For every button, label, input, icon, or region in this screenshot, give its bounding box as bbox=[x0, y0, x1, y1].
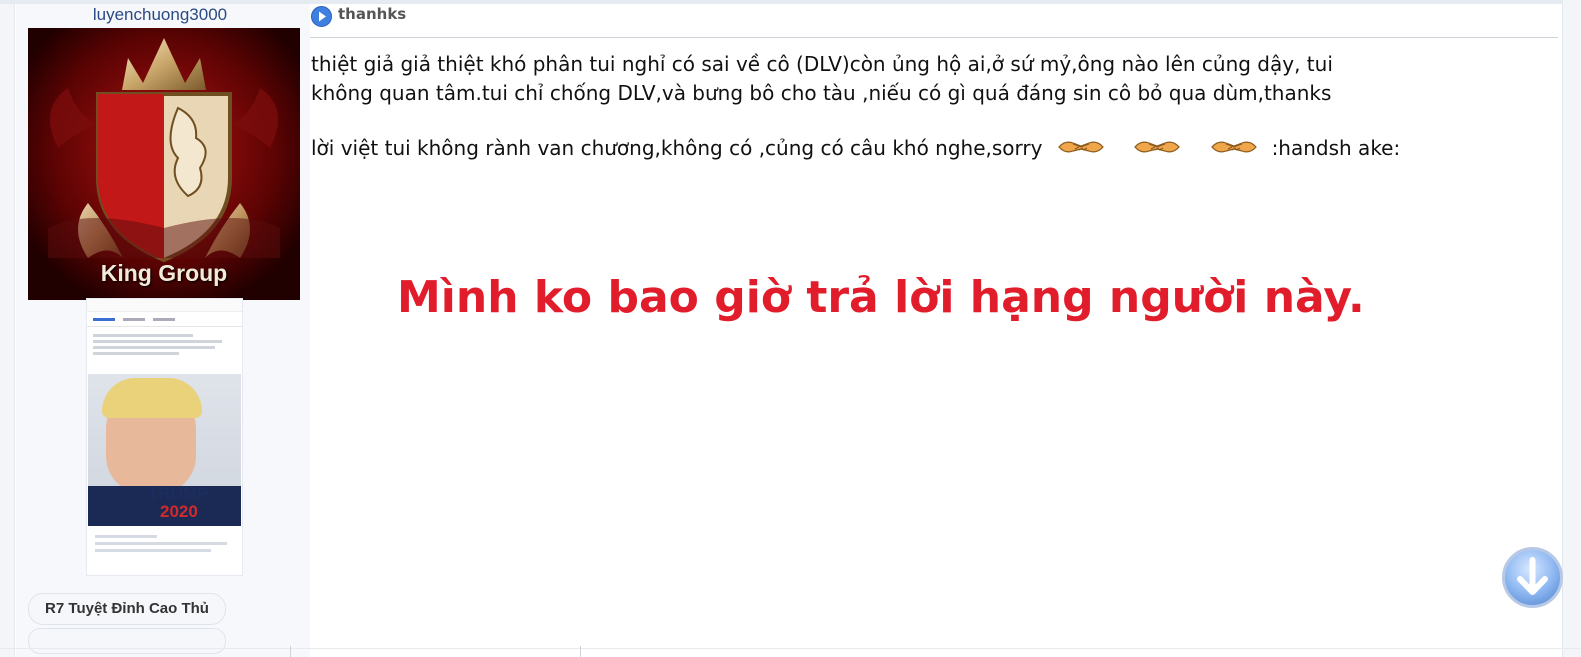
signature-tabs bbox=[87, 312, 242, 327]
signature-statusbar bbox=[87, 299, 242, 312]
handshake-icon bbox=[1134, 141, 1180, 153]
signature-line bbox=[95, 542, 227, 545]
signature-tab bbox=[123, 317, 145, 321]
arrow-down-circle-icon[interactable] bbox=[1501, 546, 1564, 609]
post-line: không quan tâm.tui chỉ chống DLV,và bưng… bbox=[311, 81, 1332, 105]
signature-photo: TRUMP 2020 bbox=[88, 374, 241, 526]
post-line: thiệt giả giả thiệt khó phân tui nghỉ có… bbox=[311, 52, 1333, 76]
signature-line bbox=[93, 334, 194, 337]
signature-word: 2020 bbox=[160, 502, 198, 521]
column-divider bbox=[290, 646, 291, 657]
avatar-caption: King Group bbox=[100, 260, 228, 286]
hair-shape bbox=[102, 378, 202, 418]
signature-tab bbox=[93, 317, 115, 321]
overlay-caption: Mình ko bao giờ trả lời hạng người này. bbox=[397, 272, 1365, 323]
signature-line bbox=[93, 340, 222, 343]
post-line-text: lời việt tui không rành van chương,không… bbox=[311, 136, 1043, 160]
signature-line bbox=[93, 352, 179, 355]
avatar[interactable]: King Group bbox=[28, 28, 300, 300]
bottom-divider bbox=[0, 648, 1581, 649]
post-line: lời việt tui không rành van chương,không… bbox=[311, 134, 1571, 163]
signature-line bbox=[93, 346, 215, 349]
signature-image: TRUMP 2020 bbox=[86, 298, 243, 576]
play-arrow-icon bbox=[311, 6, 332, 27]
post-body: thiệt giả giả thiệt khó phân tui nghỉ có… bbox=[311, 50, 1571, 163]
smiley-code: :handsh ake: bbox=[1271, 136, 1401, 160]
left-frame bbox=[0, 4, 15, 657]
handshake-icon bbox=[1210, 141, 1257, 153]
signature-post bbox=[87, 327, 242, 362]
username-link[interactable]: luyenchuong3000 bbox=[20, 5, 300, 25]
signature-line bbox=[95, 549, 212, 552]
handshake-icon bbox=[1058, 141, 1104, 153]
column-divider bbox=[580, 646, 581, 657]
secondary-badge bbox=[28, 628, 226, 654]
signature-footer bbox=[87, 531, 242, 575]
title-divider bbox=[310, 37, 1558, 38]
rank-badge: R7 Tuyệt Đỉnh Cao Thủ bbox=[28, 593, 226, 625]
signature-line bbox=[95, 535, 157, 538]
post-title: thanhks bbox=[338, 5, 407, 23]
right-frame bbox=[1562, 0, 1581, 657]
signature-tab bbox=[153, 317, 175, 321]
signature-word: TRUMP bbox=[148, 484, 209, 503]
